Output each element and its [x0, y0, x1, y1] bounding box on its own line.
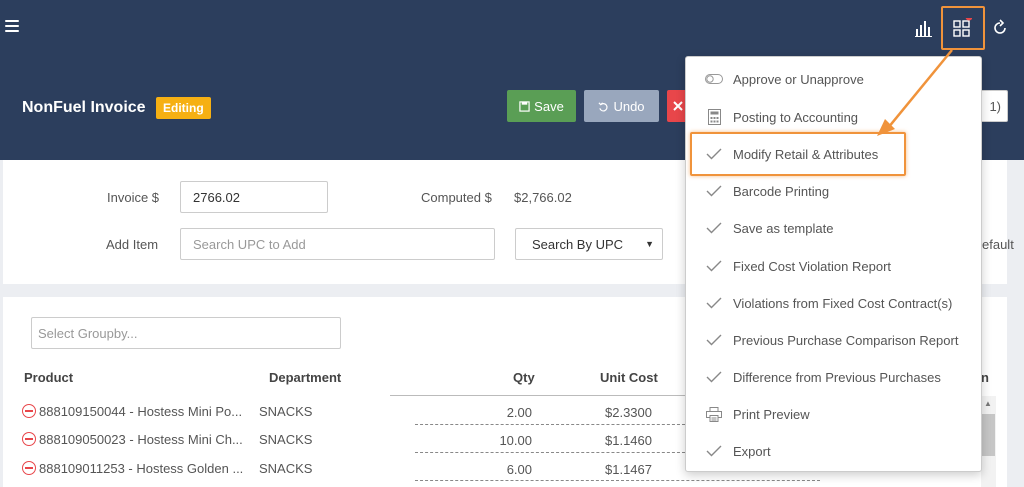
menu-item-barcode[interactable]: Barcode Printing: [686, 174, 981, 208]
menu-item-label: Previous Purchase Comparison Report: [733, 332, 959, 348]
menu-item-export[interactable]: Export: [686, 434, 981, 468]
check-icon: [705, 182, 723, 200]
column-header-partial: n: [981, 370, 989, 385]
close-icon: [673, 101, 683, 111]
row-underline: [415, 452, 685, 453]
computed-label: Computed $: [421, 190, 492, 205]
menu-item-label: Save as template: [733, 220, 834, 236]
save-button[interactable]: Save: [507, 90, 576, 122]
check-icon: [705, 294, 723, 312]
menu-item-violations-contract[interactable]: Violations from Fixed Cost Contract(s): [686, 286, 981, 320]
menu-item-label: Violations from Fixed Cost Contract(s): [733, 295, 953, 311]
menu-item-label: Print Preview: [733, 406, 810, 422]
floppy-icon: [519, 100, 530, 112]
scrollbar-thumb[interactable]: [982, 414, 995, 456]
row-department: SNACKS: [259, 461, 313, 476]
row-qty[interactable]: 6.00: [505, 462, 532, 477]
invoice-label: Invoice $: [107, 190, 160, 205]
menu-item-label: Barcode Printing: [733, 183, 830, 199]
caret-down-icon: ▼: [645, 239, 654, 249]
calculator-icon: [705, 108, 723, 126]
column-header-department[interactable]: Department: [269, 370, 341, 385]
default-text-partial: efault: [982, 237, 1014, 252]
undo-icon: [598, 101, 608, 112]
column-header-unit-cost[interactable]: Unit Cost: [600, 370, 658, 385]
bar-chart-icon[interactable]: [914, 18, 934, 38]
scroll-up-icon[interactable]: ▲: [984, 399, 992, 408]
remove-row-icon[interactable]: [22, 404, 36, 418]
row-unit-cost[interactable]: $2.3300: [605, 405, 652, 420]
menu-item-difference[interactable]: Difference from Previous Purchases: [686, 360, 981, 394]
undo-button[interactable]: Undo: [584, 90, 659, 122]
remove-row-icon[interactable]: [22, 461, 36, 475]
column-header-product[interactable]: Product: [24, 370, 73, 385]
row-unit-cost[interactable]: $1.1460: [605, 433, 652, 448]
save-label: Save: [534, 98, 564, 114]
apps-grid-icon[interactable]: [952, 18, 972, 38]
check-icon: [705, 219, 723, 237]
menu-item-label: Export: [733, 443, 771, 459]
menu-item-fixed-cost-report[interactable]: Fixed Cost Violation Report: [686, 249, 981, 283]
status-badge: Editing: [156, 97, 211, 119]
check-icon: [705, 442, 723, 460]
refresh-icon[interactable]: [990, 18, 1010, 38]
menu-item-previous-comparison[interactable]: Previous Purchase Comparison Report: [686, 323, 981, 357]
printer-icon: [705, 405, 723, 423]
groupby-placeholder: Select Groupby...: [38, 325, 138, 341]
row-qty[interactable]: 2.00: [505, 405, 532, 420]
check-icon: [705, 257, 723, 275]
menu-item-posting[interactable]: Posting to Accounting: [686, 100, 981, 134]
row-department: SNACKS: [259, 432, 313, 447]
menu-item-label: Fixed Cost Violation Report: [733, 258, 892, 274]
undo-label: Undo: [613, 98, 645, 114]
search-upc-input[interactable]: Search UPC to Add: [180, 228, 495, 260]
row-qty[interactable]: 10.00: [499, 433, 532, 448]
menu-item-label: Difference from Previous Purchases: [733, 369, 941, 385]
row-department: SNACKS: [259, 404, 313, 419]
groupby-select[interactable]: Select Groupby...: [31, 317, 341, 349]
row-product: 888109150044 - Hostess Mini Po...: [39, 404, 243, 419]
row-underline: [415, 480, 820, 481]
page-title: NonFuel Invoice: [22, 99, 146, 116]
search-by-select[interactable]: Search By UPC ▼: [515, 228, 663, 260]
menu-item-label: Posting to Accounting: [733, 109, 859, 125]
invoice-amount-input[interactable]: 2766.02: [180, 181, 328, 213]
search-by-value: Search By UPC: [532, 236, 624, 252]
column-header-qty[interactable]: Qty: [513, 370, 535, 385]
menu-item-approve[interactable]: Approve or Unapprove: [686, 62, 981, 96]
row-product: 888109011253 - Hostess Golden ...: [39, 461, 244, 476]
remove-row-icon[interactable]: [22, 432, 36, 446]
check-icon: [705, 368, 723, 386]
actions-dropdown-menu: Approve or Unapprove Posting to Accounti…: [685, 56, 982, 472]
toggle-icon: [705, 70, 723, 88]
check-icon: [705, 331, 723, 349]
menu-item-label: Approve or Unapprove: [733, 71, 864, 87]
search-upc-placeholder: Search UPC to Add: [193, 236, 306, 252]
menu-item-save-template[interactable]: Save as template: [686, 211, 981, 245]
add-item-label: Add Item: [106, 237, 159, 252]
row-unit-cost[interactable]: $1.1467: [605, 462, 652, 477]
menu-item-print-preview[interactable]: Print Preview: [686, 397, 981, 431]
menu-icon[interactable]: [5, 20, 19, 34]
row-product: 888109050023 - Hostess Mini Ch...: [39, 432, 243, 447]
computed-value: $2,766.02: [514, 190, 572, 205]
row-underline: [415, 424, 685, 425]
menu-item-highlight: [690, 132, 906, 176]
